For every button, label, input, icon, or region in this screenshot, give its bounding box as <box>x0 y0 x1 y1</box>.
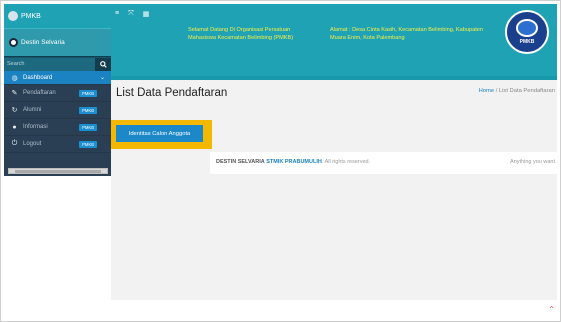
sidebar-item-label: Pendaftaran <box>23 90 56 96</box>
scrollbar-thumb[interactable] <box>15 170 101 173</box>
emblem-label: PMKB <box>519 39 535 45</box>
search-icon <box>99 60 107 68</box>
footer-rights: . All rights reserved. <box>321 159 371 165</box>
main-content: List Data Pendaftaran Home / List Data P… <box>111 80 557 300</box>
sidebar-item-alumni[interactable]: ↻ Alumni PMKB <box>4 102 111 119</box>
menu-toggle-icon[interactable]: ≡ <box>115 10 119 18</box>
search-button[interactable] <box>95 57 111 71</box>
header-toolbar: ≡ ⤧ ▦ <box>115 10 149 18</box>
scroll-top-icon[interactable]: ⌃ <box>548 305 555 314</box>
sidebar-item-pendaftaran[interactable]: ✎ Pendaftaran PMKB <box>4 85 111 102</box>
organization-emblem: PMKB <box>505 10 549 54</box>
menu-badge: PMKB <box>79 106 97 114</box>
emblem-icon <box>516 19 538 37</box>
menu-badge: PMKB <box>79 140 97 148</box>
sidebar-item-label: Dashboard <box>23 74 53 81</box>
footer: DESTIN SELVARIA STMIK PRABUMULIH. All ri… <box>210 152 557 174</box>
sidebar-item-label: Informasi <box>23 124 48 130</box>
highlighted-button-area: Identitas Calon Anggota <box>111 120 212 149</box>
brand-logo-icon <box>8 11 18 21</box>
grid-icon[interactable]: ▦ <box>143 10 150 18</box>
refresh-icon: ↻ <box>11 107 18 114</box>
sidebar-item-label: Alumni <box>23 107 42 113</box>
footer-tagline: Anything you want <box>510 159 555 165</box>
search-input[interactable] <box>4 57 95 71</box>
sidebar-scrollbar[interactable] <box>8 168 108 174</box>
info-icon: ● <box>12 123 17 131</box>
sidebar-menu: ◍ Dashboard ⌄ ✎ Pendaftaran PMKB ↻ Alumn… <box>4 71 111 153</box>
menu-badge: PMKB <box>79 123 97 131</box>
sidebar-item-dashboard[interactable]: ◍ Dashboard ⌄ <box>4 71 111 85</box>
sidebar-item-label: Logout <box>23 141 42 147</box>
top-header: ≡ ⤧ ▦ Selamat Datang Di Organisasi Persa… <box>111 4 557 76</box>
user-profile[interactable]: Destin Selvaria <box>4 28 111 56</box>
user-name: Destin Selvaria <box>21 39 65 46</box>
footer-copyright: DESTIN SELVARIA STMIK PRABUMULIH. All ri… <box>216 159 370 165</box>
avatar <box>9 38 18 47</box>
address-text: Alamat : Desa Cinta Kasih, Kecamatan Bel… <box>330 27 483 41</box>
breadcrumb-home-link[interactable]: Home <box>479 88 494 94</box>
sidebar: PMKB Destin Selvaria ◍ Dashboard ⌄ ✎ Pen… <box>4 4 111 176</box>
breadcrumb: Home / List Data Pendaftaran <box>479 88 555 94</box>
breadcrumb-current: List Data Pendaftaran <box>498 88 555 94</box>
chevron-down-icon: ⌄ <box>99 75 105 81</box>
menu-badge: PMKB <box>79 89 97 97</box>
sidebar-brand[interactable]: PMKB <box>4 4 111 28</box>
sidebar-item-informasi[interactable]: ● Informasi PMKB <box>4 119 111 136</box>
expand-icon[interactable]: ⤧ <box>128 10 134 18</box>
dashboard-icon: ◍ <box>11 74 18 82</box>
footer-org-link[interactable]: STMIK PRABUMULIH <box>266 159 322 165</box>
welcome-text: Selamat Datang Di Organisasi Persatuan M… <box>188 27 294 41</box>
page-title: List Data Pendaftaran <box>116 87 228 99</box>
identitas-calon-anggota-button[interactable]: Identitas Calon Anggota <box>116 125 203 142</box>
sidebar-item-logout[interactable]: ⏻ Logout PMKB <box>4 136 111 153</box>
sidebar-search <box>4 56 111 71</box>
bottom-strip: ⌃ <box>111 300 557 318</box>
footer-author: DESTIN SELVARIA <box>216 159 265 165</box>
brand-name: PMKB <box>21 12 41 20</box>
key-icon: ✎ <box>11 90 18 97</box>
power-icon: ⏻ <box>11 140 18 147</box>
